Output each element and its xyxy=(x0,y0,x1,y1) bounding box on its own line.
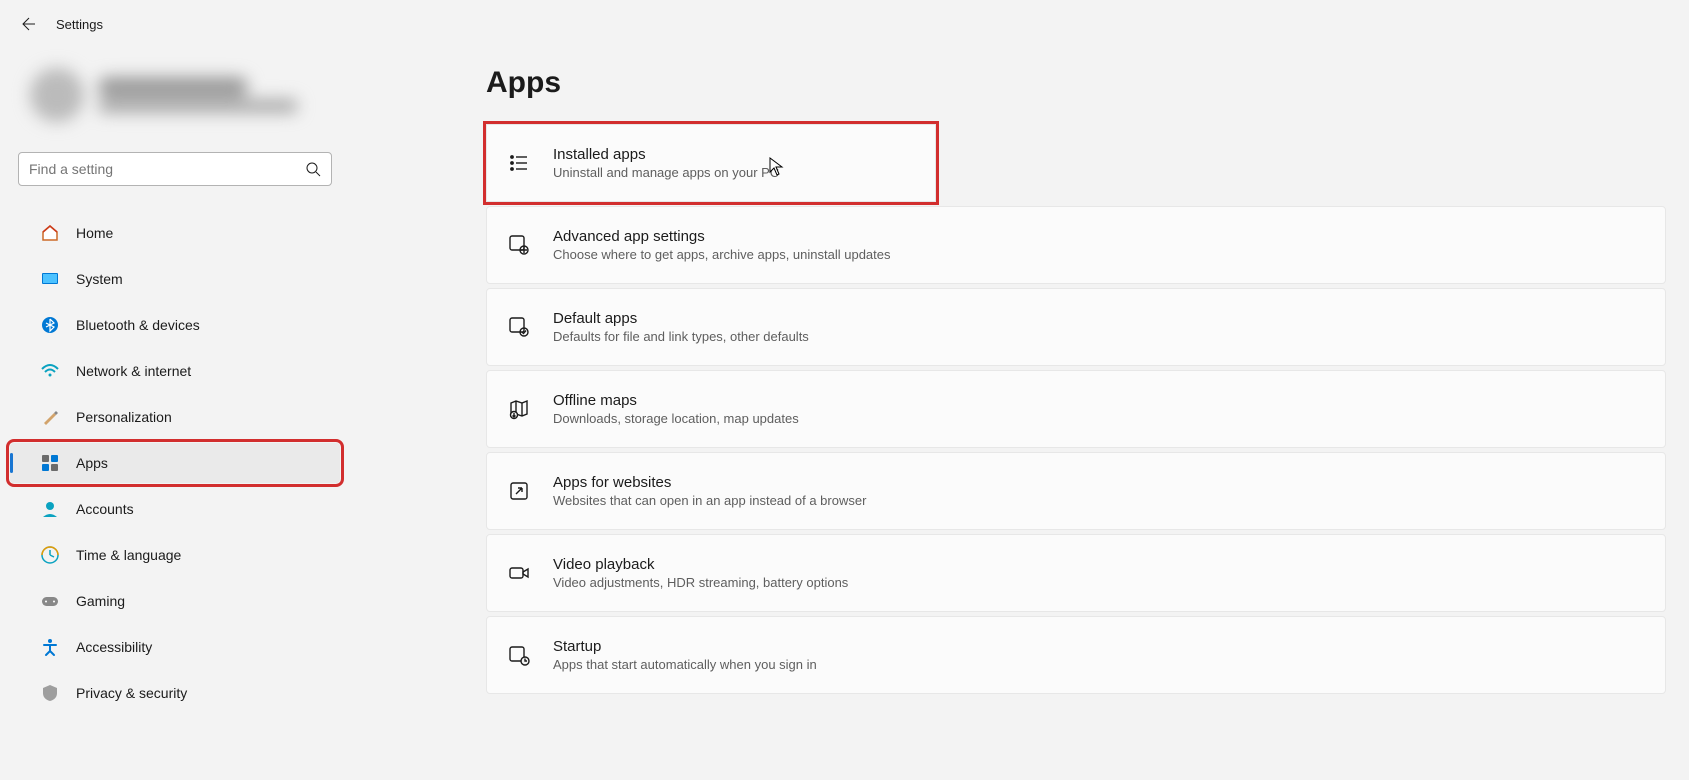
sidebar-item-gaming[interactable]: Gaming xyxy=(10,581,340,621)
video-playback-icon xyxy=(507,561,531,585)
sidebar-item-label: Privacy & security xyxy=(76,685,187,701)
home-icon xyxy=(40,223,60,243)
sidebar-item-label: Home xyxy=(76,225,113,241)
search-icon xyxy=(305,161,321,177)
card-desc: Video adjustments, HDR streaming, batter… xyxy=(553,575,848,590)
bluetooth-icon xyxy=(40,315,60,335)
card-desc: Downloads, storage location, map updates xyxy=(553,411,799,426)
back-arrow-icon xyxy=(21,16,37,32)
sidebar-item-system[interactable]: System xyxy=(10,259,340,299)
settings-cards: Installed apps Uninstall and manage apps… xyxy=(486,124,1666,694)
time-language-icon xyxy=(40,545,60,565)
sidebar-item-apps[interactable]: Apps xyxy=(10,443,340,483)
avatar xyxy=(30,68,84,122)
card-title: Installed apps xyxy=(553,146,779,163)
sidebar-item-bluetooth-devices[interactable]: Bluetooth & devices xyxy=(10,305,340,345)
wifi-icon xyxy=(40,361,60,381)
sidebar: Home System Bluetooth xyxy=(0,48,360,780)
window-title: Settings xyxy=(56,17,103,32)
card-title: Offline maps xyxy=(553,392,799,409)
card-title: Advanced app settings xyxy=(553,228,891,245)
sidebar-item-time-language[interactable]: Time & language xyxy=(10,535,340,575)
card-desc: Defaults for file and link types, other … xyxy=(553,329,809,344)
sidebar-item-label: Network & internet xyxy=(76,363,191,379)
content: Apps Installed apps Uninstall and manage… xyxy=(360,48,1689,780)
card-offline-maps[interactable]: Offline maps Downloads, storage location… xyxy=(486,370,1666,448)
card-title: Video playback xyxy=(553,556,848,573)
system-icon xyxy=(40,269,60,289)
card-desc: Uninstall and manage apps on your PC xyxy=(553,165,779,180)
accounts-icon xyxy=(40,499,60,519)
card-apps-for-websites[interactable]: Apps for websites Websites that can open… xyxy=(486,452,1666,530)
advanced-settings-icon xyxy=(507,233,531,257)
card-default-apps[interactable]: Default apps Defaults for file and link … xyxy=(486,288,1666,366)
search-input[interactable] xyxy=(29,161,305,177)
sidebar-item-label: System xyxy=(76,271,123,287)
page-title: Apps xyxy=(486,66,1666,100)
sidebar-item-privacy-security[interactable]: Privacy & security xyxy=(10,673,340,713)
sidebar-item-label: Accessibility xyxy=(76,639,152,655)
installed-apps-icon xyxy=(507,151,531,175)
accessibility-icon xyxy=(40,637,60,657)
sidebar-item-personalization[interactable]: Personalization xyxy=(10,397,340,437)
account-name xyxy=(98,77,248,97)
sidebar-item-label: Accounts xyxy=(76,501,134,517)
apps-for-websites-icon xyxy=(507,479,531,503)
card-video-playback[interactable]: Video playback Video adjustments, HDR st… xyxy=(486,534,1666,612)
card-startup[interactable]: Startup Apps that start automatically wh… xyxy=(486,616,1666,694)
card-advanced-app-settings[interactable]: Advanced app settings Choose where to ge… xyxy=(486,206,1666,284)
gaming-icon xyxy=(40,591,60,611)
card-desc: Websites that can open in an app instead… xyxy=(553,493,866,508)
sidebar-item-label: Apps xyxy=(76,455,108,471)
back-button[interactable] xyxy=(20,15,38,33)
card-title: Apps for websites xyxy=(553,474,866,491)
startup-icon xyxy=(507,643,531,667)
sidebar-item-accounts[interactable]: Accounts xyxy=(10,489,340,529)
card-installed-apps[interactable]: Installed apps Uninstall and manage apps… xyxy=(486,124,936,202)
sidebar-nav: Home System Bluetooth xyxy=(0,210,350,716)
sidebar-item-label: Gaming xyxy=(76,593,125,609)
account-email xyxy=(98,99,298,113)
default-apps-icon xyxy=(507,315,531,339)
card-title: Default apps xyxy=(553,310,809,327)
titlebar: Settings xyxy=(0,0,1689,48)
account-header[interactable] xyxy=(30,68,350,122)
sidebar-item-label: Personalization xyxy=(76,409,172,425)
sidebar-item-label: Time & language xyxy=(76,547,181,563)
search-box[interactable] xyxy=(18,152,332,186)
card-title: Startup xyxy=(553,638,817,655)
shield-icon xyxy=(40,683,60,703)
card-desc: Apps that start automatically when you s… xyxy=(553,657,817,672)
offline-maps-icon xyxy=(507,397,531,421)
sidebar-item-home[interactable]: Home xyxy=(10,213,340,253)
card-desc: Choose where to get apps, archive apps, … xyxy=(553,247,891,262)
personalization-icon xyxy=(40,407,60,427)
apps-icon xyxy=(40,453,60,473)
sidebar-item-network-internet[interactable]: Network & internet xyxy=(10,351,340,391)
sidebar-item-accessibility[interactable]: Accessibility xyxy=(10,627,340,667)
sidebar-item-label: Bluetooth & devices xyxy=(76,317,200,333)
